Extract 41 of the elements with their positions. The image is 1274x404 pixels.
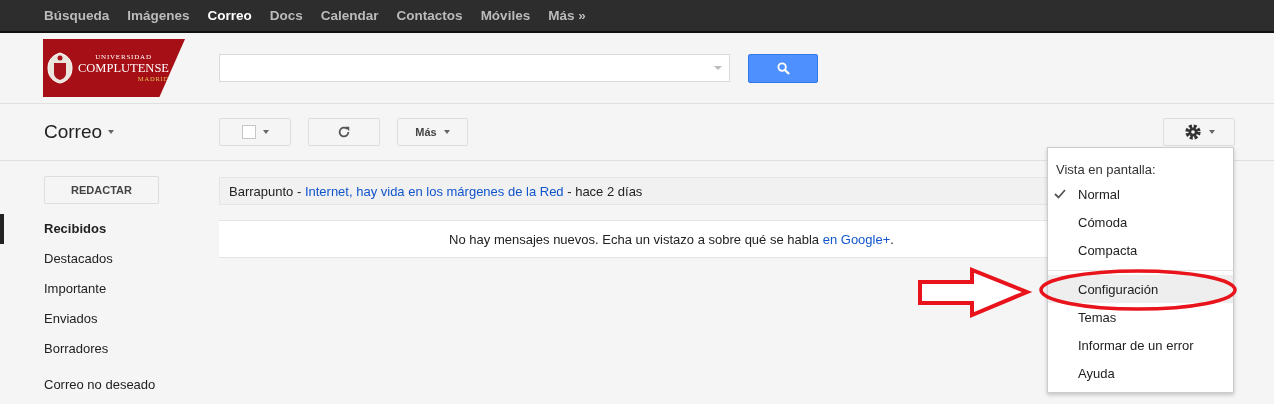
nav-link[interactable]: Búsqueda	[35, 8, 119, 23]
select-button[interactable]	[219, 118, 291, 146]
menu-item[interactable]: Temas	[1048, 303, 1233, 331]
nav-link[interactable]: Imágenes	[118, 8, 199, 23]
more-button[interactable]: Más	[397, 118, 468, 146]
nav-link[interactable]: Móviles	[471, 8, 540, 23]
folder-link[interactable]: Borradores	[0, 334, 219, 364]
refresh-icon	[337, 125, 351, 139]
folder-link[interactable]: Destacados	[0, 244, 219, 274]
menu-header: Vista en pantalla:	[1055, 161, 1157, 179]
checkbox[interactable]	[241, 125, 256, 139]
caret-icon	[108, 130, 115, 134]
logo-title: COMPLUTENSE	[78, 62, 169, 75]
settings-button[interactable]	[1163, 118, 1235, 146]
web-clip-link[interactable]: Internet, hay vida en los márgenes de la Red	[304, 183, 564, 199]
empty-inbox-message: No hay mensajes nuevos. Echa un vistazo a sobre qué se habla en Google+.	[449, 231, 894, 247]
folder-link[interactable]: Correo no deseado	[0, 370, 219, 400]
nav-link[interactable]: Correo	[198, 8, 261, 23]
google-plus-link[interactable]: en Google+	[822, 231, 891, 247]
nav-link[interactable]: Contactos	[387, 8, 472, 23]
menu-item[interactable]: Configuración	[1048, 275, 1233, 303]
compose-button[interactable]: REDACTAR	[44, 176, 159, 204]
app-title[interactable]: Correo	[44, 121, 219, 143]
settings-icon	[1183, 123, 1202, 141]
web-clip-text: Barrapunto - Internet, hay vida en los márgenes de la Red - hace 2 días	[229, 183, 643, 199]
menu-item[interactable]: Normal	[1048, 180, 1233, 208]
folder-link[interactable]: Importante	[0, 274, 219, 304]
folder-link[interactable]: Enviados	[0, 304, 219, 334]
menu-item[interactable]: Cómoda	[1048, 208, 1233, 236]
caret-icon	[262, 130, 269, 134]
caret-icon[interactable]	[714, 66, 722, 70]
menu-item[interactable]: Informar de un error	[1048, 331, 1233, 359]
menu-item[interactable]: Compacta	[1048, 236, 1233, 264]
nav-link[interactable]: Más »	[539, 8, 595, 23]
refresh-button[interactable]	[308, 118, 380, 146]
search-icon	[776, 61, 790, 75]
search-field[interactable]	[219, 54, 730, 82]
menu-item[interactable]: Ayuda	[1048, 359, 1233, 387]
search-button[interactable]	[748, 53, 818, 83]
nav-link[interactable]: Calendar	[311, 8, 388, 23]
nav-link[interactable]: Docs	[260, 8, 312, 23]
